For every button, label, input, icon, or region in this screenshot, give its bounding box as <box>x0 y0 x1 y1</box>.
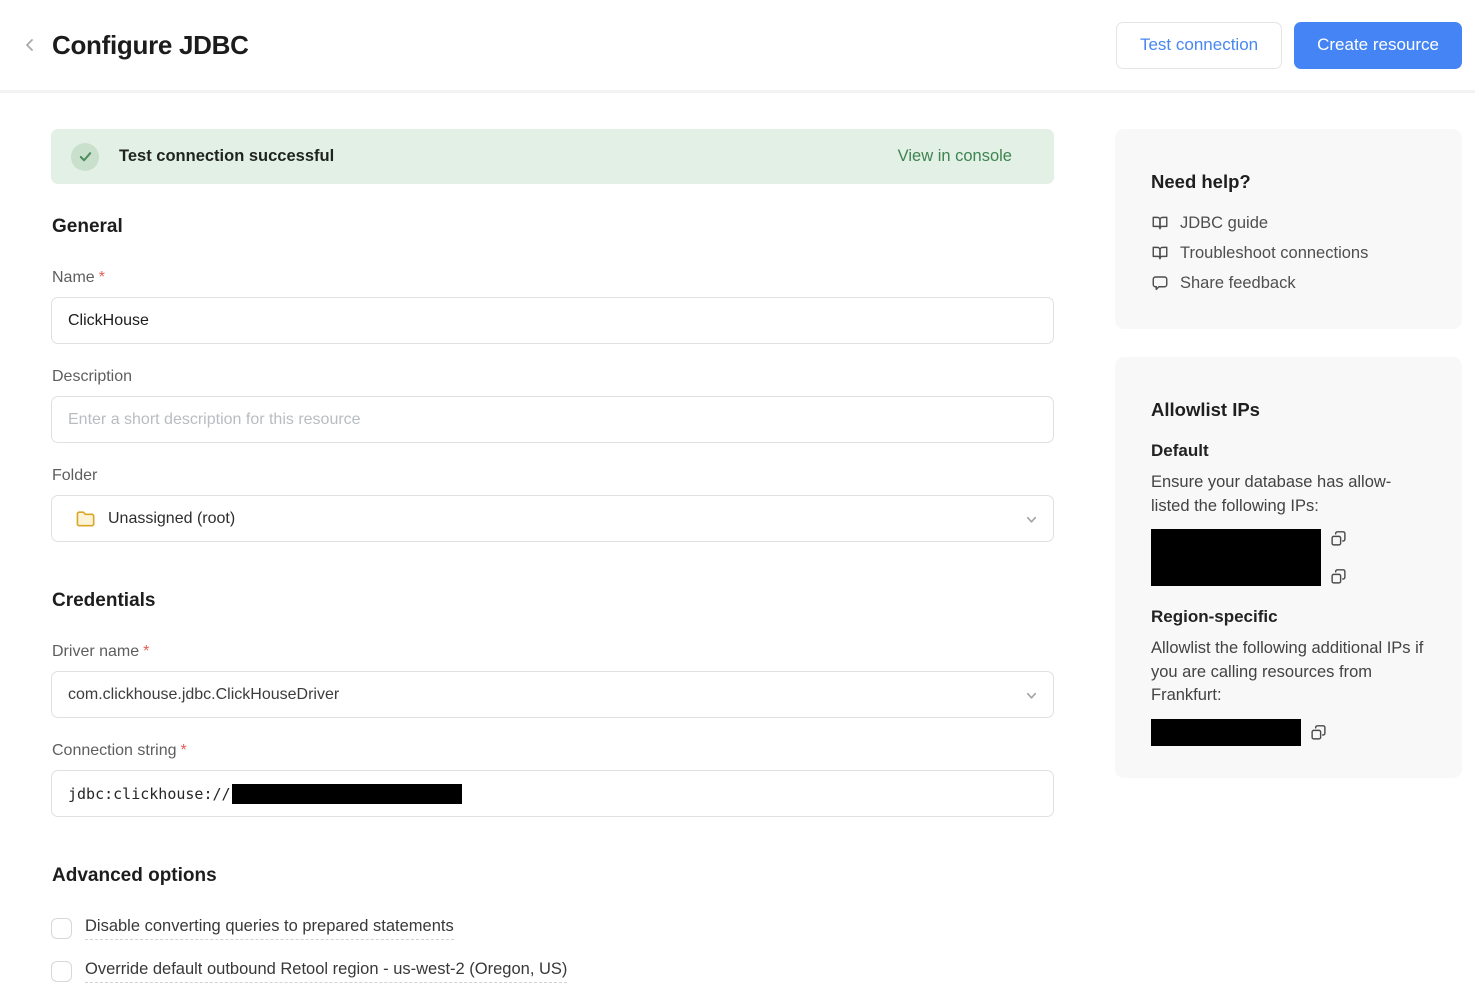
redacted-region-ips <box>1151 719 1301 746</box>
allowlist-default-heading: Default <box>1151 441 1426 461</box>
page-title: Configure JDBC <box>52 30 249 61</box>
option-row-override-region: Override default outbound Retool region … <box>51 960 1054 983</box>
help-link-label: JDBC guide <box>1180 214 1268 233</box>
chevron-down-icon <box>1025 513 1038 526</box>
name-label: Name <box>52 269 95 287</box>
folder-value: Unassigned (root) <box>108 510 235 528</box>
allowlist-ips-card: Allowlist IPs Default Ensure your databa… <box>1115 357 1462 778</box>
help-link-label: Troubleshoot connections <box>1180 244 1368 263</box>
connection-string-value: jdbc:clickhouse:// <box>68 785 231 803</box>
region-ips-row <box>1151 719 1426 746</box>
prepared-statements-checkbox[interactable] <box>51 918 72 939</box>
need-help-heading: Need help? <box>1151 171 1426 193</box>
help-link-jdbc-guide[interactable]: JDBC guide <box>1151 208 1426 238</box>
help-link-label: Share feedback <box>1180 274 1296 293</box>
advanced-options-heading: Advanced options <box>52 864 1054 887</box>
help-link-share-feedback[interactable]: Share feedback <box>1151 268 1426 298</box>
connection-string-input[interactable]: jdbc:clickhouse:// <box>51 770 1054 817</box>
name-input[interactable] <box>51 297 1054 344</box>
need-help-card: Need help? JDBC guide Troubleshoot conne… <box>1115 129 1462 329</box>
back-button[interactable] <box>18 33 42 57</box>
main-content: Test connection successful View in conso… <box>51 93 1054 983</box>
driver-name-label: Driver name <box>52 643 139 661</box>
create-resource-button[interactable]: Create resource <box>1294 22 1462 69</box>
book-open-icon <box>1151 244 1169 262</box>
test-connection-button[interactable]: Test connection <box>1116 22 1282 69</box>
driver-name-value: com.clickhouse.jdbc.ClickHouseDriver <box>68 686 339 704</box>
driver-name-select[interactable]: com.clickhouse.jdbc.ClickHouseDriver <box>51 671 1054 718</box>
page-header: Configure JDBC Test connection Create re… <box>0 0 1475 93</box>
general-heading: General <box>52 215 1054 238</box>
allowlist-region-heading: Region-specific <box>1151 607 1426 627</box>
allowlist-region-text: Allowlist the following additional IPs i… <box>1151 637 1426 708</box>
allowlist-heading: Allowlist IPs <box>1151 399 1426 421</box>
required-marker: * <box>181 742 187 759</box>
folder-label: Folder <box>52 467 97 485</box>
override-region-label: Override default outbound Retool region … <box>85 960 567 983</box>
description-input[interactable] <box>51 396 1054 443</box>
connection-string-label: Connection string <box>52 742 177 760</box>
required-marker: * <box>99 269 105 286</box>
copy-icon[interactable] <box>1330 568 1347 585</box>
copy-icon[interactable] <box>1330 530 1347 547</box>
folder-icon <box>75 509 96 528</box>
required-marker: * <box>143 643 149 660</box>
success-banner: Test connection successful View in conso… <box>51 129 1054 184</box>
banner-message: Test connection successful <box>119 147 334 166</box>
override-region-checkbox[interactable] <box>51 961 72 982</box>
option-row-prepared-statements: Disable converting queries to prepared s… <box>51 917 1054 940</box>
check-circle-icon <box>71 143 99 171</box>
view-in-console-link[interactable]: View in console <box>898 147 1012 166</box>
header-actions: Test connection Create resource <box>1116 22 1462 69</box>
redacted-default-ips <box>1151 529 1321 586</box>
redacted-connection-value <box>232 784 462 804</box>
folder-select[interactable]: Unassigned (root) <box>51 495 1054 542</box>
help-link-troubleshoot[interactable]: Troubleshoot connections <box>1151 238 1426 268</box>
description-label: Description <box>52 368 132 386</box>
chat-bubble-icon <box>1151 274 1169 292</box>
prepared-statements-label: Disable converting queries to prepared s… <box>85 917 454 940</box>
chevron-down-icon <box>1025 689 1038 702</box>
credentials-heading: Credentials <box>52 589 1054 612</box>
book-open-icon <box>1151 214 1169 232</box>
allowlist-default-text: Ensure your database has allow-listed th… <box>1151 471 1426 518</box>
sidebar: Need help? JDBC guide Troubleshoot conne… <box>1115 93 1462 778</box>
default-ips-row <box>1151 529 1426 586</box>
copy-icon[interactable] <box>1310 724 1327 741</box>
chevron-left-icon <box>22 37 38 53</box>
